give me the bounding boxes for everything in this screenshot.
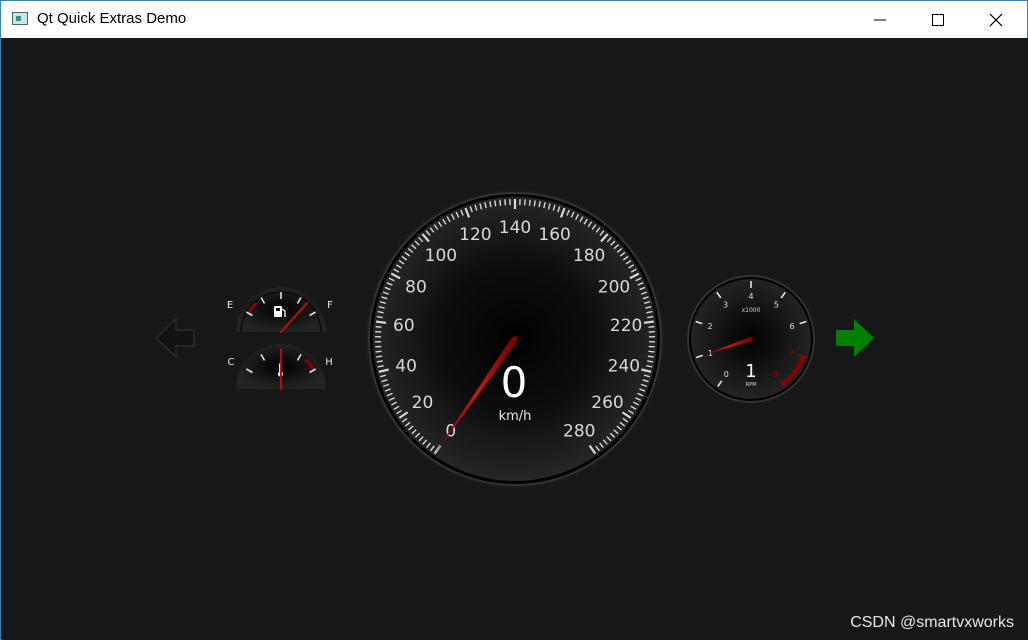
- title-bar[interactable]: Qt Quick Extras Demo: [1, 1, 1027, 38]
- temperature-min-label: C: [228, 357, 235, 368]
- speed-tick-label: 60: [393, 316, 415, 336]
- speed-tick-label: 200: [598, 278, 630, 298]
- rpm-tick-label: 0: [724, 370, 729, 379]
- speed-tick-label: 120: [459, 225, 491, 245]
- fuel-gauge: E F: [227, 287, 333, 334]
- speed-minor-tick: [375, 350, 382, 353]
- speed-tick-label: 80: [405, 278, 427, 298]
- speed-tick-label: 100: [425, 246, 457, 266]
- close-icon: [989, 13, 1003, 27]
- speed-minor-tick: [647, 355, 654, 358]
- speed-tick-label: 20: [412, 393, 434, 413]
- rpm-unit: RPM: [746, 382, 757, 388]
- speed-major-tick: [643, 320, 655, 324]
- rpm-value: 1: [745, 361, 756, 382]
- tachometer: 012345678 x1000 1 RPM: [687, 275, 815, 403]
- speed-minor-tick: [648, 350, 655, 353]
- speed-unit: km/h: [499, 409, 532, 424]
- fuel-max-label: F: [327, 300, 333, 311]
- minimize-button[interactable]: [851, 1, 909, 38]
- temperature-max-label: H: [325, 357, 333, 368]
- right-arrow-icon: [836, 319, 874, 357]
- speed-tick-label: 260: [591, 393, 623, 413]
- temperature-gauge: C H: [228, 344, 333, 391]
- maximize-button[interactable]: [909, 1, 967, 38]
- speed-minor-tick: [528, 199, 531, 206]
- speed-tick-label: 160: [538, 225, 570, 245]
- fuel-min-label: E: [227, 300, 233, 311]
- dashboard-svg: E F C H 20406080100120 140 1601802002202…: [154, 190, 874, 488]
- speed-major-tick: [375, 320, 387, 324]
- speed-minor-tick: [647, 360, 654, 363]
- speed-minor-tick: [375, 325, 382, 328]
- rpm-tick-label: 4: [748, 292, 753, 301]
- watermark: CSDN @smartvxworks: [850, 614, 1014, 631]
- window-title: Qt Quick Extras Demo: [37, 10, 187, 27]
- speed-tick-label: 180: [573, 246, 605, 266]
- speed-minor-tick: [499, 199, 502, 206]
- app-icon: [12, 12, 28, 25]
- speed-minor-tick: [533, 200, 536, 207]
- dashboard-area: E F C H 20 40 60 80 100 120 140 160 180 …: [2, 38, 1028, 640]
- speed-minor-tick: [376, 355, 383, 358]
- speedometer: 020406080100120140160180200220240260280 …: [366, 190, 664, 488]
- left-arrow-icon: [154, 317, 195, 359]
- maximize-icon: [932, 14, 944, 26]
- speed-tick-label: 40: [395, 356, 417, 376]
- close-button[interactable]: [967, 1, 1025, 38]
- app-window: Qt Quick Extras Demo E F C H 20 40 60 80…: [0, 0, 1028, 640]
- rpm-tick-label: 2: [707, 322, 712, 331]
- minimize-icon: [874, 19, 886, 21]
- speed-tick-label: 220: [610, 316, 642, 336]
- speed-tick-label: 280: [563, 422, 595, 442]
- rpm-tick-label: 5: [774, 300, 779, 309]
- speed-tick-label: 140: [499, 218, 531, 238]
- rpm-tick-label: 6: [789, 322, 794, 331]
- tachometer-multiplier: x1000: [742, 307, 761, 314]
- speed-minor-tick: [648, 325, 655, 328]
- speed-minor-tick: [376, 315, 383, 319]
- speed-minor-tick: [376, 360, 383, 363]
- speed-minor-tick: [647, 315, 654, 319]
- speed-value: 0: [501, 358, 528, 407]
- speed-minor-tick: [494, 200, 497, 207]
- rpm-tick-label: 3: [723, 300, 728, 309]
- rpm-tick-label: 8: [773, 370, 778, 379]
- rpm-tick-label: 7: [789, 349, 794, 358]
- speed-tick-label: 240: [608, 356, 640, 376]
